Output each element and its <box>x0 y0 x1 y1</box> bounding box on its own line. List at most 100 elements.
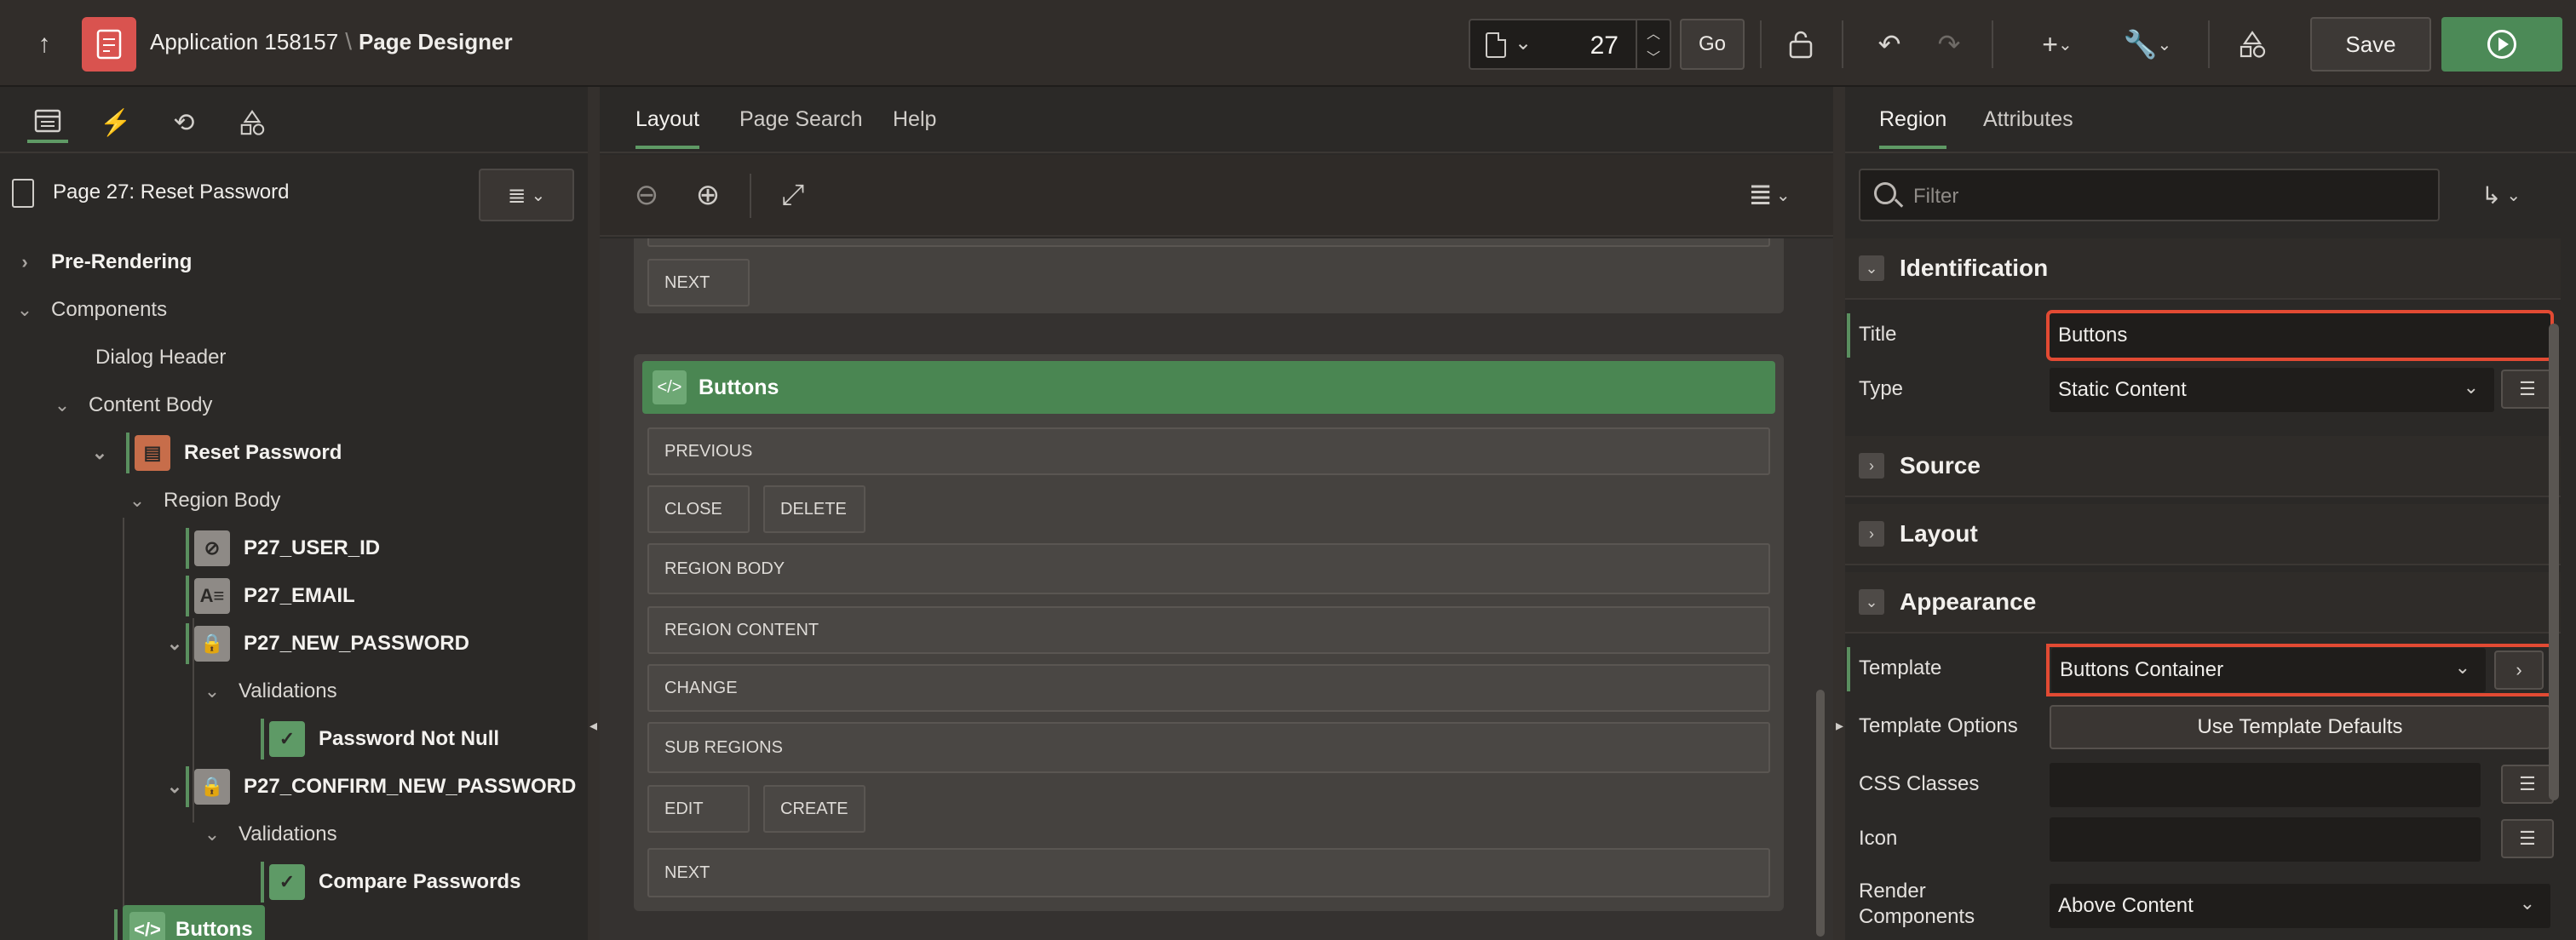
button-position-change[interactable]: CHANGE <box>647 664 1770 712</box>
css-classes-list-button[interactable]: ☰ <box>2501 765 2554 804</box>
left-splitter[interactable]: ◂ <box>588 87 600 940</box>
chevron-down-icon[interactable]: ⌄ <box>165 633 184 655</box>
save-button[interactable]: Save <box>2310 17 2431 72</box>
chevron-down-icon[interactable]: ⌄ <box>53 394 72 416</box>
page-number-input[interactable]: 27 <box>1547 32 1619 60</box>
chevron-right-icon[interactable]: › <box>15 251 34 273</box>
button-position-region-content[interactable]: REGION CONTENT <box>647 606 1770 654</box>
tree-node-content-body[interactable]: ⌄ Content Body <box>53 381 213 429</box>
tree-menu-button[interactable]: ≣ ⌄ <box>479 169 574 221</box>
collapse-right-icon[interactable]: ▸ <box>1836 717 1843 735</box>
application-icon[interactable] <box>82 17 136 72</box>
template-select[interactable]: Buttons Container ⌄ <box>2051 648 2486 692</box>
zoom-out-icon[interactable]: ⊖ <box>627 175 666 215</box>
collapse-left-icon[interactable]: ◂ <box>589 717 597 735</box>
button-position-edit[interactable]: EDIT <box>647 785 750 833</box>
tree-node-dialog-header[interactable]: Dialog Header <box>60 334 226 381</box>
region-box-reset-password[interactable]: NEXT <box>634 238 1784 313</box>
type-select[interactable]: Static Content ⌄ <box>2050 368 2494 412</box>
section-identification[interactable]: ⌄ Identification <box>1845 238 2561 300</box>
rendering-tab-icon[interactable] <box>27 102 68 143</box>
chevron-down-icon[interactable]: ⌄ <box>1515 31 1532 55</box>
page-number-stepper[interactable]: ︿ ﹀ <box>1636 20 1670 68</box>
shared-components-icon[interactable] <box>2232 24 2273 65</box>
tree-node-p27-user-id[interactable]: ⊘ P27_USER_ID <box>186 524 380 572</box>
right-splitter[interactable]: ▸ <box>1833 87 1845 940</box>
section-source[interactable]: › Source <box>1845 436 2561 497</box>
region-header-buttons[interactable]: </> Buttons <box>642 361 1775 414</box>
application-name[interactable]: Application 158157 <box>150 29 338 54</box>
canvas-scrollbar[interactable] <box>1816 690 1825 937</box>
button-position-sub-regions[interactable]: SUB REGIONS <box>647 722 1770 773</box>
dynamic-actions-tab-icon[interactable]: ⚡ <box>95 102 136 143</box>
tree-node-p27-new-password[interactable]: ⌄ 🔒 P27_NEW_PASSWORD <box>165 620 469 668</box>
chevron-down-icon[interactable]: ⌄ <box>1859 255 1884 281</box>
chevron-down-icon[interactable]: ⌄ <box>203 823 221 845</box>
tree-node-p27-confirm-new-password[interactable]: ⌄ 🔒 P27_CONFIRM_NEW_PASSWORD <box>165 763 576 811</box>
wrench-menu-icon[interactable]: 🔧 ⌄ <box>2118 24 2177 65</box>
template-options-button[interactable]: Use Template Defaults <box>2050 705 2550 749</box>
button-position-region-body[interactable]: REGION BODY <box>647 543 1770 594</box>
tree-node-password-not-null[interactable]: ✓ Password Not Null <box>261 715 499 763</box>
chevron-down-icon[interactable]: ⌄ <box>203 680 221 702</box>
button-position-next[interactable]: NEXT <box>647 848 1770 897</box>
button-position-close[interactable]: CLOSE <box>647 485 750 533</box>
render-components-select[interactable]: Above Content ⌄ <box>2050 884 2550 928</box>
chevron-down-icon[interactable]: ⌄ <box>15 299 34 321</box>
tree-node-validations[interactable]: ⌄ Validations <box>203 668 337 715</box>
filter-input[interactable]: Filter <box>1859 169 2440 221</box>
up-arrow-icon[interactable]: ↑ <box>26 26 63 63</box>
tab-page-search[interactable]: Page Search <box>739 107 863 146</box>
tree-node-compare-passwords[interactable]: ✓ Compare Passwords <box>261 858 520 906</box>
go-button[interactable]: Go <box>1680 19 1745 70</box>
css-classes-field[interactable] <box>2050 763 2481 807</box>
lock-icon[interactable] <box>1780 24 1821 65</box>
tree-node-validations[interactable]: ⌄ Validations <box>203 811 337 858</box>
tree-node-region-body[interactable]: ⌄ Region Body <box>128 477 281 524</box>
chevron-down-icon[interactable]: ⌄ <box>165 776 184 798</box>
tree-node-components[interactable]: ⌄ Components <box>15 286 167 334</box>
add-menu-icon[interactable]: + ⌄ <box>2027 24 2087 65</box>
tree-node-p27-email[interactable]: A≡ P27_EMAIL <box>186 572 355 620</box>
undo-icon[interactable]: ↶ <box>1869 24 1910 65</box>
go-to-group-icon[interactable]: ↳ ⌄ <box>2441 169 2561 221</box>
page-number-selector[interactable]: ⌄ 27 ︿ ﹀ <box>1469 19 1671 70</box>
title-field[interactable]: Buttons <box>2046 310 2554 361</box>
redo-icon[interactable]: ↷ <box>1929 24 1969 65</box>
processing-tab-icon[interactable]: ⟲ <box>164 102 204 143</box>
tree-node-buttons[interactable]: </> Buttons <box>114 905 265 940</box>
tab-layout[interactable]: Layout <box>635 107 700 149</box>
tab-help[interactable]: Help <box>893 107 936 146</box>
tree-node-pre-rendering[interactable]: › Pre-Rendering <box>15 238 192 286</box>
chevron-right-icon[interactable]: › <box>1859 521 1884 547</box>
tree-node-reset-password[interactable]: ⌄ ▤ Reset Password <box>90 429 342 477</box>
section-appearance[interactable]: ⌄ Appearance <box>1845 572 2561 633</box>
chevron-right-icon[interactable]: › <box>1859 453 1884 479</box>
css-classes-label: CSS Classes <box>1859 772 1980 795</box>
button-position-next[interactable]: NEXT <box>647 259 750 307</box>
layout-menu-icon[interactable]: ≣ ⌄ <box>1739 175 1799 215</box>
button-position-create[interactable]: CREATE <box>763 785 865 833</box>
layout-canvas[interactable]: NEXT </> Buttons PREVIOUS CLOSE DELETE R… <box>600 238 1833 940</box>
tab-attributes[interactable]: Attributes <box>1983 107 2073 146</box>
template-go-button[interactable]: › <box>2494 651 2544 690</box>
button-position-previous[interactable]: PREVIOUS <box>647 427 1770 475</box>
zoom-in-icon[interactable]: ⊕ <box>688 175 727 215</box>
tree-node-label: Content Body <box>89 393 213 416</box>
button-position-delete[interactable]: DELETE <box>763 485 865 533</box>
expand-icon[interactable]: ⤢ <box>773 175 813 215</box>
region-box-buttons[interactable]: </> Buttons PREVIOUS CLOSE DELETE REGION… <box>634 354 1784 911</box>
shared-components-tab-icon[interactable] <box>232 102 273 143</box>
property-scrollbar[interactable] <box>2549 324 2559 800</box>
run-page-button[interactable] <box>2441 17 2562 72</box>
section-layout[interactable]: › Layout <box>1845 504 2561 565</box>
icon-list-button[interactable]: ☰ <box>2501 819 2554 858</box>
chevron-down-icon[interactable]: ﹀ <box>1647 46 1660 66</box>
chevron-up-icon[interactable]: ︿ <box>1647 22 1660 43</box>
chevron-down-icon[interactable]: ⌄ <box>90 442 109 464</box>
icon-field[interactable] <box>2050 817 2481 862</box>
chevron-down-icon[interactable]: ⌄ <box>1859 589 1884 615</box>
type-list-button[interactable]: ☰ <box>2501 370 2554 409</box>
chevron-down-icon[interactable]: ⌄ <box>128 490 147 512</box>
tab-region[interactable]: Region <box>1879 107 1947 149</box>
